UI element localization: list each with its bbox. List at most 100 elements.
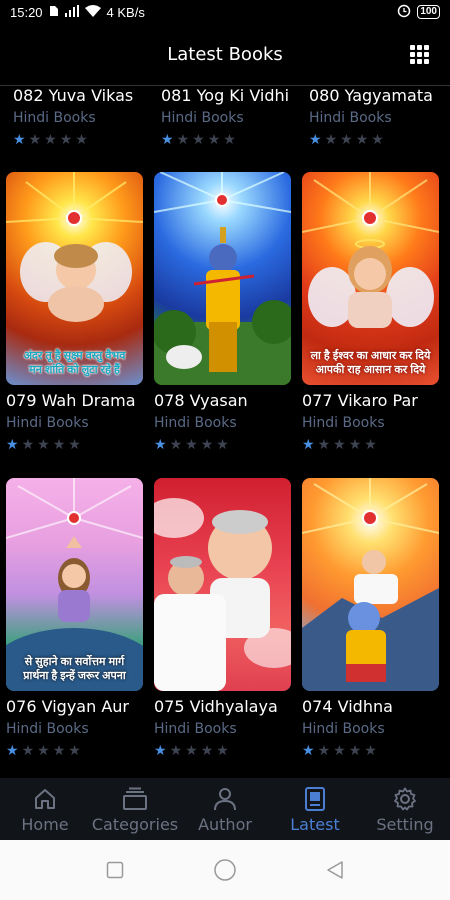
book-category: Hindi Books	[6, 415, 89, 431]
book-category: Hindi Books	[309, 110, 392, 126]
star-empty-icon: ★	[52, 742, 66, 758]
cover-text: आपकी राह आसान कर दिये	[315, 364, 426, 376]
book-card[interactable]: 074 Vidhna Hindi Books ★ ★ ★ ★ ★	[302, 478, 439, 759]
book-card[interactable]: से सुहाने का सर्वोत्तम मार्ग प्रार्थना ह…	[6, 478, 143, 759]
home-button[interactable]	[205, 850, 245, 890]
star-empty-icon: ★	[176, 131, 190, 147]
star-empty-icon: ★	[68, 436, 81, 452]
star-empty-icon: ★	[169, 436, 183, 452]
star-empty-icon: ★	[340, 131, 353, 147]
book-card[interactable]: 081 Yog Ki Vidhi Hindi Books ★ ★ ★ ★ ★	[161, 87, 298, 148]
rating-stars: ★ ★ ★ ★ ★	[13, 131, 150, 148]
rating-stars: ★ ★ ★ ★ ★	[302, 436, 439, 453]
star-empty-icon: ★	[44, 131, 57, 147]
book-card[interactable]: 078 Vyasan Hindi Books ★ ★ ★ ★ ★	[154, 172, 291, 453]
star-empty-icon: ★	[75, 131, 88, 147]
bottom-navigation: Home Categories Author Latest Setting	[0, 778, 450, 840]
star-empty-icon: ★	[200, 742, 214, 758]
star-empty-icon: ★	[333, 436, 346, 452]
star-empty-icon: ★	[364, 436, 377, 452]
book-title: 077 Vikaro Par	[302, 391, 418, 410]
book-cover-image[interactable]	[154, 172, 291, 385]
star-filled-icon: ★	[6, 742, 19, 758]
book-title: 074 Vidhna	[302, 697, 393, 716]
star-empty-icon: ★	[21, 742, 35, 758]
home-circle-icon	[214, 859, 236, 881]
book-cover-image[interactable]	[154, 478, 291, 691]
nav-categories[interactable]: Categories	[90, 778, 180, 840]
rating-stars: ★ ★ ★ ★ ★	[154, 436, 291, 453]
book-cover-image[interactable]: से सुहाने का सर्वोत्तम मार्ग प्रार्थना ह…	[6, 478, 143, 691]
star-filled-icon: ★	[309, 131, 322, 147]
star-filled-icon: ★	[6, 436, 19, 452]
back-triangle-icon	[327, 861, 343, 879]
book-grid[interactable]: 082 Yuva Vikas Hindi Books ★ ★ ★ ★ ★ 081 Yog…	[0, 87, 450, 778]
book-card[interactable]: ला है ईश्वर का आधार कर दिये आपकी राह आसा…	[302, 172, 439, 453]
star-empty-icon: ★	[223, 131, 236, 147]
rating-stars: ★ ★ ★ ★ ★	[161, 131, 298, 148]
cover-text: ला है ईश्वर का आधार कर दिये	[310, 350, 431, 362]
wifi-icon	[84, 4, 101, 20]
rating-stars: ★ ★ ★ ★ ★	[154, 742, 291, 759]
nav-latest-label: Latest	[290, 814, 340, 834]
status-time: 15:20	[10, 4, 43, 20]
latest-icon	[304, 785, 326, 813]
nav-latest[interactable]: Latest	[270, 778, 360, 840]
book-category: Hindi Books	[154, 415, 237, 431]
rating-stars: ★ ★ ★ ★ ★	[302, 742, 439, 759]
book-category: Hindi Books	[13, 110, 96, 126]
book-category: Hindi Books	[154, 721, 237, 737]
star-empty-icon: ★	[317, 436, 331, 452]
book-category: Hindi Books	[161, 110, 244, 126]
battery-level: 100	[420, 6, 437, 17]
star-empty-icon: ★	[364, 742, 377, 758]
home-icon	[33, 785, 57, 813]
star-filled-icon: ★	[154, 742, 167, 758]
book-cover-image[interactable]: अंदर तू है सूक्ष्म वस्तु वैभव मन शांति क…	[6, 172, 143, 385]
nav-author-label: Author	[198, 814, 252, 834]
star-empty-icon: ★	[317, 742, 331, 758]
cover-text: मन शांति को लुटा रहे हैं	[29, 364, 120, 376]
star-empty-icon: ★	[28, 131, 42, 147]
star-empty-icon: ★	[333, 742, 346, 758]
star-empty-icon: ★	[185, 436, 198, 452]
book-card[interactable]: 080 Yagyamata Hindi Books ★ ★ ★ ★ ★	[309, 87, 446, 148]
battery-icon: 100	[417, 5, 440, 19]
book-title: 079 Wah Drama	[6, 391, 136, 410]
status-bar: 15:20 4 KB/s 100	[0, 0, 450, 24]
star-filled-icon: ★	[161, 131, 174, 147]
book-title: 082 Yuva Vikas	[13, 87, 134, 105]
nav-home-label: Home	[21, 814, 69, 834]
book-category: Hindi Books	[6, 721, 89, 737]
book-card[interactable]: 082 Yuva Vikas Hindi Books ★ ★ ★ ★ ★	[13, 87, 150, 148]
star-filled-icon: ★	[154, 436, 167, 452]
book-category: Hindi Books	[302, 721, 385, 737]
star-empty-icon: ★	[355, 131, 369, 147]
network-speed: 4 KB/s	[106, 4, 145, 20]
recents-button[interactable]	[95, 850, 135, 890]
star-empty-icon: ★	[37, 436, 50, 452]
book-card[interactable]: 075 Vidhyalaya Hindi Books ★ ★ ★ ★ ★	[154, 478, 291, 759]
book-cover-image[interactable]: ला है ईश्वर का आधार कर दिये आपकी राह आसा…	[302, 172, 439, 385]
nav-home[interactable]: Home	[0, 778, 90, 840]
sim-icon	[49, 5, 59, 20]
nav-author[interactable]: Author	[180, 778, 270, 840]
star-empty-icon: ★	[216, 436, 229, 452]
book-title: 081 Yog Ki Vidhi	[161, 87, 290, 105]
star-filled-icon: ★	[302, 436, 315, 452]
star-empty-icon: ★	[37, 742, 50, 758]
book-card[interactable]: अंदर तू है सूक्ष्म वस्तु वैभव मन शांति क…	[6, 172, 143, 453]
book-title: 075 Vidhyalaya	[154, 697, 278, 716]
star-filled-icon: ★	[13, 131, 26, 147]
page-title: Latest Books	[167, 44, 283, 65]
back-button[interactable]	[315, 850, 355, 890]
nav-categories-label: Categories	[91, 814, 179, 834]
book-cover-image[interactable]	[302, 478, 439, 691]
nav-setting[interactable]: Setting	[360, 778, 450, 840]
grid-view-icon[interactable]	[410, 45, 430, 65]
star-empty-icon: ★	[52, 436, 66, 452]
rating-stars: ★ ★ ★ ★ ★	[309, 131, 446, 148]
categories-icon	[122, 785, 148, 813]
system-navigation-bar	[0, 840, 450, 900]
rating-stars: ★ ★ ★ ★ ★	[6, 436, 143, 453]
